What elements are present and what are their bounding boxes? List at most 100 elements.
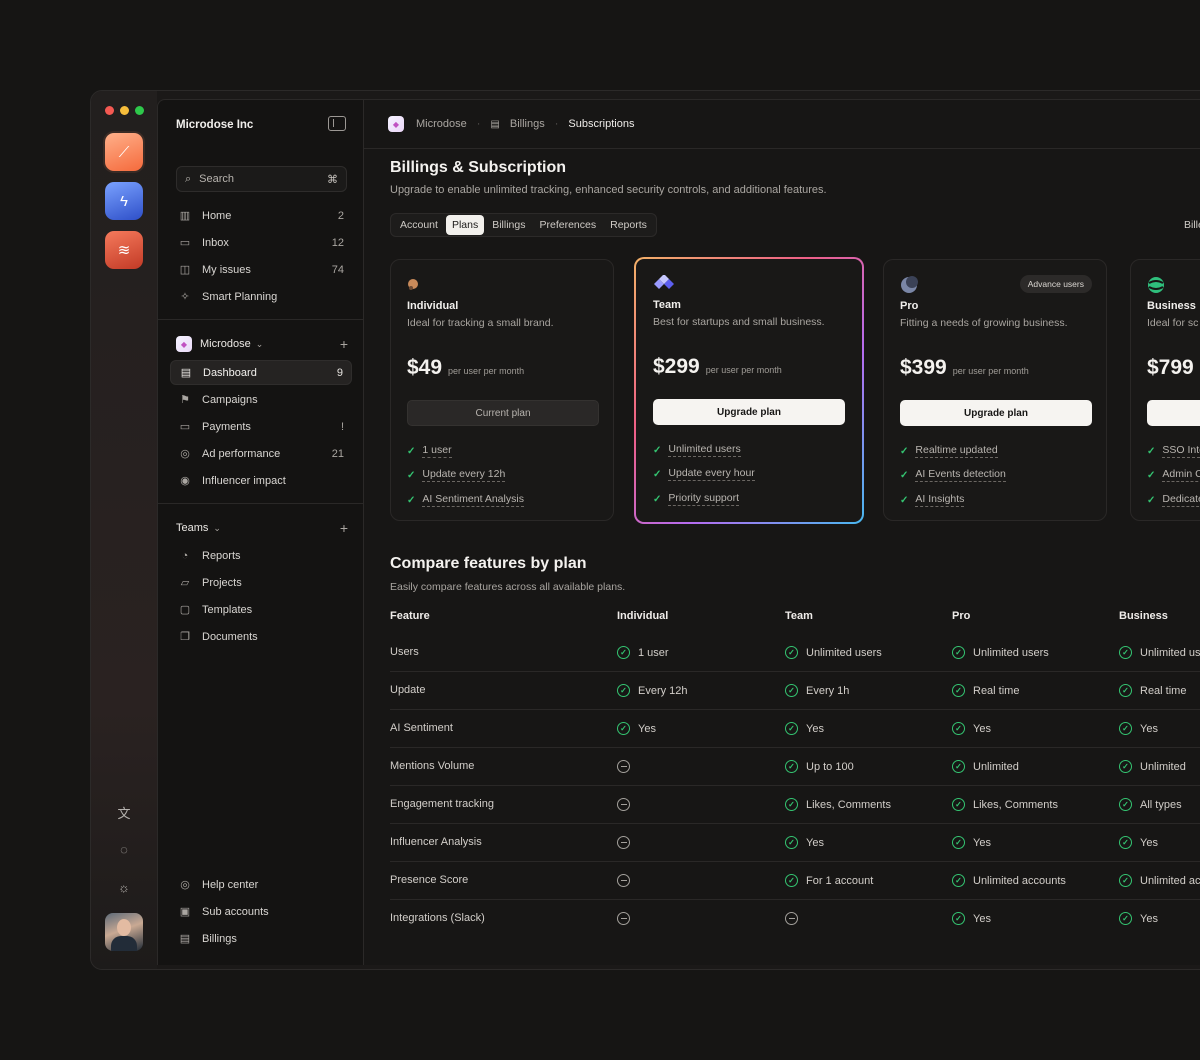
check-icon: ✓: [900, 469, 909, 481]
app-rail: ⟋ ϟ ≋ 文 ◌ ☼: [91, 91, 157, 969]
minus-circle-icon: [785, 912, 798, 925]
tab-billings[interactable]: Billings: [486, 215, 531, 235]
upgrade-plan-button[interactable]: [1147, 400, 1200, 426]
table-cell: ✓ Real time: [1119, 684, 1186, 697]
table-cell: ✓ Yes: [1119, 912, 1158, 925]
sidebar-toggle-icon[interactable]: [328, 116, 346, 131]
stripes-icon: ≋: [117, 242, 131, 259]
sidebar-item-billings[interactable]: ▤ Billings: [170, 926, 352, 951]
cell-value: Real time: [1140, 684, 1187, 697]
compare-title: Compare features by plan: [390, 555, 587, 572]
sidebar-item-home[interactable]: ▥ Home 2: [170, 203, 352, 228]
table-cell: [617, 874, 630, 887]
plan-feature: ✓ AI Events detection: [900, 468, 1006, 482]
sidebar-item-inbox[interactable]: ▭ Inbox 12: [170, 230, 352, 255]
add-icon[interactable]: +: [340, 336, 348, 352]
price-amount: $299: [653, 355, 700, 378]
upgrade-plan-button[interactable]: Upgrade plan: [653, 399, 845, 425]
bolt-icon: ϟ: [120, 192, 128, 210]
sidebar-item-dashboard[interactable]: ▤ Dashboard 9: [170, 360, 352, 385]
plan-description: Fitting a needs of growing business.: [900, 317, 1068, 329]
sidebar-item-ad-performance[interactable]: ◎ Ad performance 21: [170, 441, 352, 466]
table-cell: ✓ Yes: [952, 722, 991, 735]
tab-preferences[interactable]: Preferences: [533, 215, 602, 235]
check-circle-icon: ✓: [1119, 646, 1132, 659]
sidebar-item-count: 9: [336, 366, 343, 379]
check-circle-icon: ✓: [952, 798, 965, 811]
table-cell: ✓ Unlimited: [952, 760, 1019, 773]
minimize-window-button[interactable]: [120, 106, 129, 115]
sidebar-item-label: Projects: [202, 576, 242, 589]
org-name[interactable]: Microdose Inc: [176, 119, 253, 131]
sidebar-item-count: !: [340, 420, 344, 433]
sidebar-item-documents[interactable]: ❐ Documents: [170, 624, 352, 649]
sidebar-divider: [158, 503, 364, 504]
table-cell: [617, 912, 630, 925]
folder-icon: ▱: [180, 577, 190, 589]
check-circle-icon: ✓: [952, 836, 965, 849]
translate-icon[interactable]: 文: [113, 801, 135, 823]
minus-circle-icon: [617, 836, 630, 849]
table-cell: ✓ Likes, Comments: [785, 798, 891, 811]
sidebar-item-influencer-impact[interactable]: ◉ Influencer impact: [170, 468, 352, 493]
workspace-logo-icon: ◆: [388, 116, 404, 132]
sidebar-item-label: Reports: [202, 549, 241, 562]
table-row: Presence Score ✓ For 1 account ✓ Unlimited a…: [390, 862, 1200, 900]
sidebar-item-projects[interactable]: ▱ Projects: [170, 570, 352, 595]
breadcrumb-item[interactable]: Microdose: [416, 118, 467, 130]
teams-header[interactable]: Teams ⌄ +: [176, 520, 348, 536]
table-cell: ✓ Unlimited us: [1119, 646, 1200, 659]
sidebar-item-campaigns[interactable]: ⚑ Campaigns: [170, 387, 352, 412]
sidebar-item-count: 21: [331, 447, 344, 460]
breadcrumb-item[interactable]: Billings: [510, 118, 545, 130]
pro-plan-logo-icon: [901, 276, 918, 293]
workspace-logo-icon: ◆: [176, 336, 192, 352]
plan-description: Ideal for sc: [1147, 317, 1199, 329]
sidebar-item-my-issues[interactable]: ◫ My issues 74: [170, 257, 352, 282]
sidebar-item-label: Campaigns: [202, 393, 258, 406]
plan-card-business: Business Ideal for sc $799 ✓SSO Inte ✓Ad…: [1130, 259, 1200, 521]
tab-account[interactable]: Account: [394, 215, 444, 235]
search-input[interactable]: ⌕ Search ⌘: [176, 166, 347, 192]
advance-users-badge: Advance users: [1019, 275, 1092, 293]
breadcrumb-separator: ·: [476, 118, 481, 130]
app-window: ⟋ ϟ ≋ 文 ◌ ☼ Microdose Inc ⌕ Search ⌘ ▥ H…: [90, 90, 1200, 970]
price-amount: $799: [1147, 356, 1194, 379]
avatar[interactable]: [105, 913, 143, 951]
tab-plans[interactable]: Plans: [445, 215, 485, 235]
table-cell: ✓ Up to 100: [785, 760, 854, 773]
plan-price: $299 per user per month: [653, 355, 782, 379]
close-window-button[interactable]: [105, 106, 114, 115]
upgrade-plan-button[interactable]: Upgrade plan: [900, 400, 1092, 426]
workspace-header[interactable]: ◆ Microdose ⌄ +: [176, 336, 348, 352]
tab-reports[interactable]: Reports: [604, 215, 653, 235]
chevron-down-icon: ⌄: [255, 338, 264, 349]
check-circle-icon: ✓: [617, 646, 630, 659]
sidebar-item-sub-accounts[interactable]: ▣ Sub accounts: [170, 899, 352, 924]
compare-subtitle: Easily compare features across all avail…: [390, 581, 626, 593]
check-circle-icon: ✓: [1119, 722, 1132, 735]
sidebar-item-label: Documents: [202, 630, 258, 643]
lightbulb-icon[interactable]: ◌: [113, 838, 135, 860]
billing-period-toggle[interactable]: Bille: [1184, 219, 1200, 231]
sidebar-item-templates[interactable]: ▢ Templates: [170, 597, 352, 622]
sidebar-item-label: Dashboard: [203, 366, 257, 379]
check-circle-icon: ✓: [952, 646, 965, 659]
app-tile-blue[interactable]: ϟ: [105, 182, 143, 220]
add-icon[interactable]: +: [340, 520, 348, 536]
sidebar-item-payments[interactable]: ▭ Payments !: [170, 414, 352, 439]
feature-name: Users: [390, 646, 419, 658]
table-cell: ✓ Unlimited users: [952, 646, 1049, 659]
sidebar-item-label: Ad performance: [202, 447, 281, 460]
table-row: Users ✓ 1 user ✓ Unlimited users ✓ Unlimited u…: [390, 634, 1200, 672]
sidebar-item-reports[interactable]: ◔ Reports: [170, 543, 352, 568]
sidebar-item-smart-planning[interactable]: ✧ Smart Planning: [170, 284, 352, 309]
zoom-window-button[interactable]: [135, 106, 144, 115]
cell-value: 1 user: [638, 646, 669, 659]
sun-icon[interactable]: ☼: [113, 876, 135, 898]
app-tile-red[interactable]: ≋: [105, 231, 143, 269]
table-cell: ✓ Unlimited accounts: [952, 874, 1066, 887]
column-header-team: Team: [785, 610, 813, 622]
app-tile-orange[interactable]: ⟋: [105, 133, 143, 171]
sidebar-item-help-center[interactable]: ◎ Help center: [170, 872, 352, 897]
